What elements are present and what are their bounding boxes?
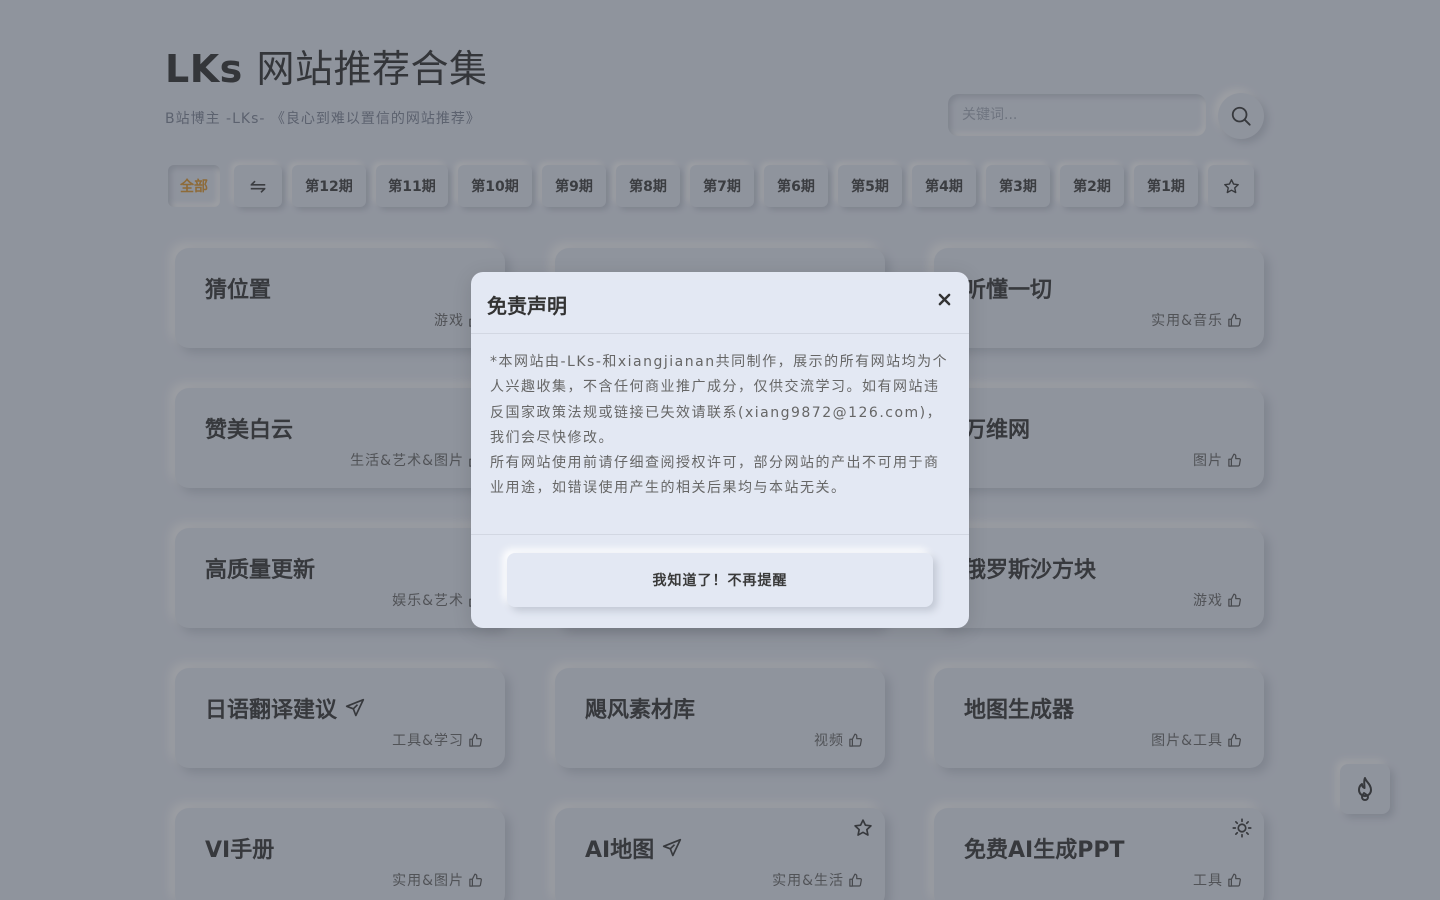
disclaimer-paragraph: 所有网站使用前请仔细查阅授权许可，部分网站的产出不可用于商业用途，如错误使用产生…	[490, 455, 940, 497]
disclaimer-dialog: 免责声明 *本网站由-LKs-和xiangjianan共同制作，展示的所有网站均…	[471, 272, 969, 628]
dialog-header: 免责声明	[471, 272, 969, 334]
disclaimer-paragraph: *本网站由-LKs-和xiangjianan共同制作，展示的所有网站均为个人兴趣…	[490, 354, 949, 446]
dialog-title: 免责声明	[487, 294, 567, 318]
close-icon	[938, 293, 950, 305]
dialog-footer: 我知道了！不再提醒	[471, 534, 969, 628]
confirm-dont-remind-button[interactable]: 我知道了！不再提醒	[507, 553, 933, 607]
close-button[interactable]	[935, 290, 953, 308]
dialog-body: *本网站由-LKs-和xiangjianan共同制作，展示的所有网站均为个人兴趣…	[490, 350, 952, 502]
page: LKs 网站推荐合集 B站博主 -LKs- 《良心到难以置信的网站推荐》 全部 …	[0, 0, 1440, 900]
